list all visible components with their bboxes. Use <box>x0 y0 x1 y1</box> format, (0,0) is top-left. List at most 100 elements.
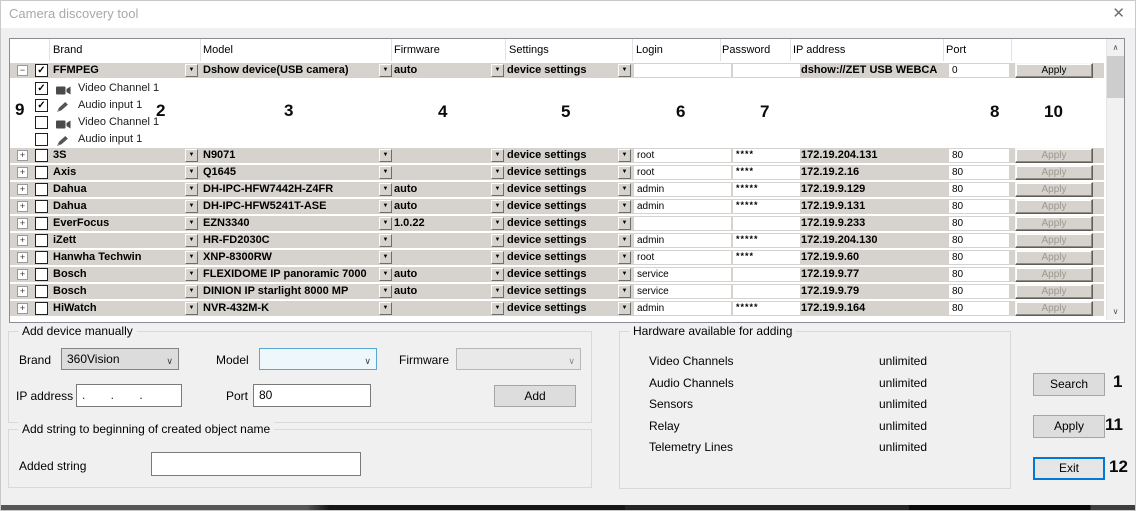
password-input[interactable]: **** <box>733 149 800 162</box>
search-button[interactable]: Search <box>1033 373 1105 396</box>
login-input[interactable] <box>634 217 731 230</box>
model-dropdown-icon[interactable]: ▼ <box>379 302 392 315</box>
port-input[interactable]: 0 <box>949 64 1009 77</box>
scrollbar-thumb[interactable] <box>1107 56 1124 98</box>
ip-address-input[interactable]: . . . <box>76 384 182 407</box>
firmware-dropdown-icon[interactable]: ▼ <box>491 268 504 281</box>
child-checkbox[interactable] <box>35 133 48 146</box>
password-input[interactable]: **** <box>733 251 800 264</box>
brand-dropdown-icon[interactable]: ▼ <box>185 251 198 264</box>
login-input[interactable]: admin <box>634 200 731 213</box>
settings-dropdown-icon[interactable]: ▼ <box>618 200 631 213</box>
settings-dropdown-icon[interactable]: ▼ <box>618 268 631 281</box>
login-input[interactable]: service <box>634 268 731 281</box>
settings-dropdown-icon[interactable]: ▼ <box>618 251 631 264</box>
brand-dropdown-icon[interactable]: ▼ <box>185 217 198 230</box>
settings-dropdown-icon[interactable]: ▼ <box>618 149 631 162</box>
brand-dropdown-icon[interactable]: ▼ <box>185 149 198 162</box>
settings-dropdown-icon[interactable]: ▼ <box>618 234 631 247</box>
model-dropdown-icon[interactable]: ▼ <box>379 251 392 264</box>
row-checkbox[interactable] <box>35 234 48 247</box>
brand-dropdown-icon[interactable]: ▼ <box>185 166 198 179</box>
row-checkbox[interactable] <box>35 302 48 315</box>
apply-row-button[interactable]: Apply <box>1015 233 1093 248</box>
port-input[interactable]: 80 <box>949 166 1009 179</box>
apply-button[interactable]: Apply <box>1033 415 1105 438</box>
scroll-down-icon[interactable]: ∨ <box>1107 303 1124 320</box>
port-input[interactable]: 80 <box>949 285 1009 298</box>
password-input[interactable] <box>733 285 800 298</box>
port-input[interactable]: 80 <box>949 268 1009 281</box>
apply-row-button[interactable]: Apply <box>1015 148 1093 163</box>
firmware-dropdown-icon[interactable]: ▼ <box>491 149 504 162</box>
password-input[interactable] <box>733 217 800 230</box>
model-dropdown-icon[interactable]: ▼ <box>379 217 392 230</box>
brand-select[interactable]: 360Vision ∨ <box>61 348 179 370</box>
apply-row-button[interactable]: Apply <box>1015 199 1093 214</box>
password-input[interactable] <box>733 268 800 281</box>
apply-row-button[interactable]: Apply <box>1015 216 1093 231</box>
port-input[interactable]: 80 <box>949 149 1009 162</box>
model-dropdown-icon[interactable]: ▼ <box>379 183 392 196</box>
model-dropdown-icon[interactable]: ▼ <box>379 64 392 77</box>
apply-row-button[interactable]: Apply <box>1015 165 1093 180</box>
scroll-up-icon[interactable]: ∧ <box>1107 39 1124 56</box>
row-checkbox[interactable] <box>35 200 48 213</box>
close-icon[interactable]: ✕ <box>1112 4 1125 22</box>
login-input[interactable]: root <box>634 166 731 179</box>
child-checkbox[interactable]: ✓ <box>35 99 48 112</box>
exit-button[interactable]: Exit <box>1033 457 1105 480</box>
login-input[interactable]: admin <box>634 234 731 247</box>
password-input[interactable]: **** <box>733 166 800 179</box>
port-input[interactable]: 80 <box>949 302 1009 315</box>
port-input[interactable]: 80 <box>253 384 371 407</box>
settings-dropdown-icon[interactable]: ▼ <box>618 302 631 315</box>
port-input[interactable]: 80 <box>949 200 1009 213</box>
apply-row-button[interactable]: Apply <box>1015 250 1093 265</box>
expand-toggle-icon[interactable]: − <box>17 65 28 76</box>
login-input[interactable]: root <box>634 149 731 162</box>
row-checkbox[interactable] <box>35 268 48 281</box>
firmware-dropdown-icon[interactable]: ▼ <box>491 302 504 315</box>
password-input[interactable]: ***** <box>733 302 800 315</box>
row-checkbox[interactable]: ✓ <box>35 64 48 77</box>
brand-dropdown-icon[interactable]: ▼ <box>185 234 198 247</box>
password-input[interactable]: ***** <box>733 183 800 196</box>
model-dropdown-icon[interactable]: ▼ <box>379 149 392 162</box>
apply-row-button[interactable]: Apply <box>1015 182 1093 197</box>
expand-toggle-icon[interactable]: + <box>17 252 28 263</box>
child-checkbox[interactable] <box>35 116 48 129</box>
port-input[interactable]: 80 <box>949 251 1009 264</box>
firmware-dropdown-icon[interactable]: ▼ <box>491 166 504 179</box>
add-button[interactable]: Add <box>494 385 576 407</box>
port-input[interactable]: 80 <box>949 183 1009 196</box>
firmware-select[interactable]: ∨ <box>456 348 581 370</box>
port-input[interactable]: 80 <box>949 217 1009 230</box>
row-checkbox[interactable] <box>35 251 48 264</box>
apply-row-button[interactable]: Apply <box>1015 63 1093 78</box>
expand-toggle-icon[interactable]: + <box>17 269 28 280</box>
password-input[interactable]: ***** <box>733 200 800 213</box>
settings-dropdown-icon[interactable]: ▼ <box>618 183 631 196</box>
model-dropdown-icon[interactable]: ▼ <box>379 285 392 298</box>
brand-dropdown-icon[interactable]: ▼ <box>185 302 198 315</box>
port-input[interactable]: 80 <box>949 234 1009 247</box>
firmware-dropdown-icon[interactable]: ▼ <box>491 64 504 77</box>
row-checkbox[interactable] <box>35 183 48 196</box>
expand-toggle-icon[interactable]: + <box>17 150 28 161</box>
child-checkbox[interactable]: ✓ <box>35 82 48 95</box>
login-input[interactable] <box>634 64 731 77</box>
row-checkbox[interactable] <box>35 149 48 162</box>
expand-toggle-icon[interactable]: + <box>17 218 28 229</box>
settings-dropdown-icon[interactable]: ▼ <box>618 285 631 298</box>
expand-toggle-icon[interactable]: + <box>17 184 28 195</box>
firmware-dropdown-icon[interactable]: ▼ <box>491 183 504 196</box>
password-input[interactable]: ***** <box>733 234 800 247</box>
added-string-input[interactable] <box>151 452 361 476</box>
password-input[interactable] <box>733 64 800 77</box>
firmware-dropdown-icon[interactable]: ▼ <box>491 285 504 298</box>
brand-dropdown-icon[interactable]: ▼ <box>185 200 198 213</box>
settings-dropdown-icon[interactable]: ▼ <box>618 64 631 77</box>
login-input[interactable]: admin <box>634 302 731 315</box>
settings-dropdown-icon[interactable]: ▼ <box>618 217 631 230</box>
